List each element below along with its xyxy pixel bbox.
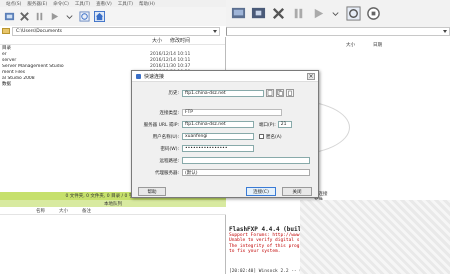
quick-connect-dialog: 快速连接 × 历史: ftp1.china-dsz.net 连接类型: FTP …: [131, 70, 319, 198]
queue-status-header[interactable]: 备注: [82, 208, 91, 214]
server-label: 服务器 URL 或IP:: [143, 122, 179, 128]
blurred-region: [300, 200, 450, 274]
close-icon[interactable]: [270, 6, 286, 22]
menu-item[interactable]: 命令(C): [53, 1, 69, 7]
play-icon[interactable]: [310, 6, 326, 22]
anonymous-checkbox[interactable]: [259, 134, 264, 139]
menu-item[interactable]: 站点(S): [6, 1, 21, 7]
queue-size-header[interactable]: 大小: [59, 208, 68, 214]
history-row: 历史: ftp1.china-dsz.net: [132, 89, 294, 97]
chevron-down-icon[interactable]: [443, 30, 447, 33]
date-column-header[interactable]: 日期: [373, 42, 382, 48]
app-icon: [136, 73, 141, 79]
queue-name-header[interactable]: 名称: [36, 208, 45, 214]
close-icon[interactable]: ×: [307, 72, 315, 80]
history-label: 历史:: [168, 91, 179, 96]
conn-type-label: 连接类型:: [159, 110, 179, 116]
proxy-select[interactable]: (默认): [182, 169, 310, 176]
conn-type-select[interactable]: FTP: [182, 109, 282, 116]
password-input[interactable]: ••••••••••••••••: [182, 145, 254, 152]
menu-item[interactable]: 查看(V): [96, 1, 112, 7]
local-path-bar[interactable]: C:\Users\Documents: [12, 27, 220, 36]
proxy-label: 代理服务器:: [154, 170, 179, 176]
connect-button[interactable]: 连接(C): [246, 187, 276, 196]
connect-icon[interactable]: [230, 6, 246, 22]
remote-column-header: 大小 日期: [346, 42, 382, 48]
menu-bar: 站点(S) 服务器(E) 命令(C) 工具(T) 查看(V) 工具(T) 帮助(…: [0, 0, 226, 7]
menu-item[interactable]: 工具(T): [75, 1, 90, 7]
dialog-title: 快速连接: [144, 73, 165, 80]
date-column-header[interactable]: 修改时间: [170, 37, 190, 44]
copy-icon[interactable]: [276, 89, 284, 97]
port-label: 端口(P):: [259, 122, 276, 128]
remote-path-row: 远程路径:: [132, 157, 310, 164]
size-column-header[interactable]: 大小: [152, 37, 162, 44]
server-input[interactable]: ftp1.china-dsz.net: [182, 121, 254, 128]
refresh-icon[interactable]: [345, 6, 361, 22]
username-input[interactable]: xuanfengi: [182, 133, 254, 140]
proxy-row: 代理服务器: (默认): [132, 169, 310, 176]
local-toolbar: [0, 7, 226, 26]
chevron-down-icon[interactable]: [64, 11, 75, 22]
pause-icon[interactable]: [290, 6, 306, 22]
remote-path-input[interactable]: [182, 157, 310, 164]
anonymous-label: 匿名(A): [266, 134, 282, 140]
remote-toolbar: [226, 0, 450, 27]
play-icon[interactable]: [49, 11, 60, 22]
delete-icon[interactable]: [286, 89, 294, 97]
close-button[interactable]: 关闭: [282, 187, 312, 196]
dialog-title-bar: 快速连接 ×: [132, 71, 318, 82]
server-row: 服务器 URL 或IP: ftp1.china-dsz.net 端口(P): 2…: [132, 121, 292, 128]
quick-connect-icon[interactable]: [250, 6, 266, 22]
queue-column-header: 名称 大小 备注: [0, 207, 226, 215]
menu-item[interactable]: 帮助(H): [139, 1, 155, 7]
history-select[interactable]: ftp1.china-dsz.net: [182, 89, 264, 97]
pause-icon[interactable]: [34, 11, 45, 22]
remote-path-label: 远程路径:: [159, 158, 179, 164]
new-icon[interactable]: [266, 89, 274, 97]
folder-icon: [2, 28, 10, 34]
local-queue-title: 本地队列: [0, 200, 226, 207]
menu-item[interactable]: 服务器(E): [27, 1, 47, 7]
remote-path-bar[interactable]: [226, 27, 450, 36]
size-column-header[interactable]: 大小: [346, 42, 355, 48]
help-button[interactable]: 帮助: [138, 187, 166, 196]
user-label: 用户名称(U):: [152, 134, 179, 140]
chevron-down-icon[interactable]: [213, 30, 217, 33]
menu-item[interactable]: 工具(T): [118, 1, 133, 7]
home-icon[interactable]: [94, 11, 105, 22]
refresh-icon[interactable]: [79, 11, 90, 22]
user-row: 用户名称(U): xuanfengi 匿名(A): [132, 133, 282, 140]
conn-type-row: 连接类型: FTP: [132, 109, 282, 116]
local-column-header: 大小 修改时间: [0, 37, 225, 45]
port-input[interactable]: 21: [277, 121, 292, 128]
connect-icon[interactable]: [4, 11, 15, 22]
queue-list[interactable]: [0, 215, 226, 274]
password-label: 密码(W):: [160, 146, 179, 152]
chevron-down-icon[interactable]: [330, 8, 341, 19]
disconnect-icon[interactable]: [19, 11, 30, 22]
password-row: 密码(W): ••••••••••••••••: [132, 145, 254, 152]
stop-icon[interactable]: [365, 6, 381, 22]
local-path-text: C:\Users\Documents: [16, 29, 62, 34]
